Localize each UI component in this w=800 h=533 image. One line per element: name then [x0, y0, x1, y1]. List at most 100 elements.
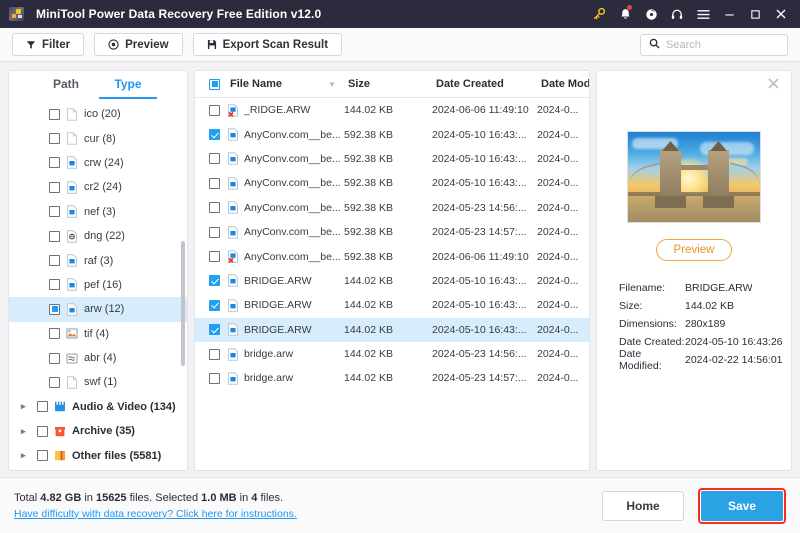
- sidebar-item-label: Audio & Video (134): [72, 400, 176, 413]
- menu-icon[interactable]: [690, 1, 716, 27]
- table-row[interactable]: AnyConv.com__be... 592.38 KB 2024-05-10 16…: [195, 122, 589, 146]
- table-row[interactable]: BRIDGE.ARW 144.02 KB 2024-05-10 16:43:... 2…: [195, 269, 589, 293]
- cell-size: 592.38 KB: [344, 152, 394, 165]
- metadata-value: 280x189: [685, 318, 726, 330]
- row-checkbox[interactable]: [209, 202, 220, 214]
- type-checkbox[interactable]: [49, 157, 60, 169]
- table-row[interactable]: AnyConv.com__be... 592.38 KB 2024-05-23 14…: [195, 220, 589, 244]
- sidebar-item-dng[interactable]: dng (22): [9, 224, 187, 248]
- tab-path[interactable]: Path: [35, 71, 97, 99]
- file-image-icon: [227, 274, 238, 288]
- type-checkbox[interactable]: [37, 450, 48, 462]
- row-checkbox[interactable]: [209, 372, 220, 384]
- file-image-icon: [66, 205, 78, 218]
- row-checkbox[interactable]: [209, 153, 220, 165]
- type-checkbox[interactable]: [49, 328, 60, 340]
- sort-descending-icon[interactable]: ▼: [328, 80, 336, 89]
- sidebar-scrollbar[interactable]: [181, 241, 185, 366]
- cell-file-name: AnyConv.com__be...: [244, 250, 341, 263]
- search-input[interactable]: [666, 38, 779, 51]
- type-checkbox[interactable]: [49, 303, 60, 315]
- close-button[interactable]: [768, 1, 794, 27]
- sidebar-item-archive[interactable]: ▸ Archive (35): [9, 419, 187, 443]
- file-blank-icon: [66, 132, 78, 145]
- table-row[interactable]: _RIDGE.ARW 144.02 KB 2024-06-06 11:49:10 20…: [195, 98, 589, 122]
- app-window: MiniTool Power Data Recovery Free Editio…: [0, 0, 800, 533]
- maximize-button[interactable]: [742, 1, 768, 27]
- sidebar-item-label: Archive (35): [72, 425, 135, 438]
- sidebar-item-audio[interactable]: ▸ Audio & Video (134): [9, 395, 187, 419]
- column-header-file-name[interactable]: File Name ▼: [230, 78, 348, 90]
- sidebar-item-swf[interactable]: swf (1): [9, 370, 187, 394]
- type-checkbox[interactable]: [49, 133, 60, 145]
- key-icon[interactable]: [586, 1, 612, 27]
- window-title: MiniTool Power Data Recovery Free Editio…: [36, 7, 322, 21]
- type-checkbox[interactable]: [49, 352, 60, 364]
- sidebar-item-nef[interactable]: nef (3): [9, 200, 187, 224]
- chevron-right-icon[interactable]: ▸: [21, 402, 31, 411]
- preview-button[interactable]: Preview: [94, 33, 183, 56]
- filter-button[interactable]: Filter: [12, 33, 85, 56]
- file-broken-icon: [227, 250, 238, 264]
- row-checkbox[interactable]: [209, 324, 220, 336]
- type-checkbox[interactable]: [49, 181, 60, 193]
- file-image-icon: [66, 181, 78, 194]
- table-row[interactable]: AnyConv.com__be... 592.38 KB 2024-06-06 11…: [195, 244, 589, 268]
- table-row[interactable]: bridge.arw 144.02 KB 2024-05-23 14:56:... 2…: [195, 342, 589, 366]
- chevron-right-icon[interactable]: ▸: [21, 451, 31, 460]
- sidebar-item-crw[interactable]: crw (24): [9, 151, 187, 175]
- sidebar-item-tif[interactable]: tif (4): [9, 322, 187, 346]
- sidebar-item-other[interactable]: ▸ Other files (5581): [9, 443, 187, 467]
- type-checkbox[interactable]: [37, 425, 48, 437]
- sidebar-item-pef[interactable]: pef (16): [9, 273, 187, 297]
- help-link[interactable]: Have difficulty with data recovery? Clic…: [14, 508, 297, 520]
- save-button[interactable]: Save: [701, 490, 783, 521]
- row-checkbox[interactable]: [209, 129, 220, 141]
- table-row[interactable]: BRIDGE.ARW 144.02 KB 2024-05-10 16:43:... 2…: [195, 317, 589, 342]
- search-box[interactable]: [640, 33, 788, 56]
- tab-type[interactable]: Type: [97, 71, 159, 99]
- sidebar-item-abr[interactable]: abr (4): [9, 346, 187, 370]
- sidebar-item-arw[interactable]: arw (12): [9, 297, 187, 322]
- cell-date-modified: 2024-0...: [537, 274, 579, 287]
- sidebar-item-ico[interactable]: ico (20): [9, 102, 187, 126]
- table-row[interactable]: BRIDGE.ARW 144.02 KB 2024-05-10 16:43:... 2…: [195, 293, 589, 317]
- column-header-date-modified[interactable]: Date Modifie: [541, 78, 589, 90]
- row-checkbox[interactable]: [209, 226, 220, 238]
- row-checkbox[interactable]: [209, 348, 220, 360]
- cell-size: 144.02 KB: [344, 323, 394, 336]
- disc-icon[interactable]: [638, 1, 664, 27]
- table-row[interactable]: bridge.arw 144.02 KB 2024-05-23 14:57:... 2…: [195, 366, 589, 390]
- home-button[interactable]: Home: [602, 490, 684, 521]
- type-checkbox[interactable]: [37, 401, 48, 413]
- column-header-date-created[interactable]: Date Created: [436, 78, 541, 90]
- preview-action-button[interactable]: Preview: [656, 239, 732, 261]
- row-checkbox[interactable]: [209, 177, 220, 189]
- bell-icon[interactable]: [612, 1, 638, 27]
- minimize-button[interactable]: [716, 1, 742, 27]
- sidebar-item-cr2[interactable]: cr2 (24): [9, 175, 187, 199]
- chevron-right-icon[interactable]: ▸: [21, 426, 31, 436]
- type-checkbox[interactable]: [49, 108, 60, 120]
- export-scan-result-button[interactable]: Export Scan Result: [192, 33, 343, 56]
- table-row[interactable]: AnyConv.com__be... 592.38 KB 2024-05-23 14…: [195, 196, 589, 220]
- close-icon[interactable]: [767, 77, 781, 91]
- table-row[interactable]: AnyConv.com__be... 592.38 KB 2024-05-10 16…: [195, 171, 589, 195]
- table-row[interactable]: AnyConv.com__be... 592.38 KB 2024-05-10 16…: [195, 147, 589, 171]
- headphones-icon[interactable]: [664, 1, 690, 27]
- notification-badge: [627, 5, 632, 10]
- type-checkbox[interactable]: [49, 279, 60, 291]
- type-checkbox[interactable]: [49, 230, 60, 242]
- type-checkbox[interactable]: [49, 255, 60, 267]
- cell-file-name: AnyConv.com__be...: [244, 152, 341, 165]
- column-header-size[interactable]: Size: [348, 78, 436, 90]
- sidebar-item-raf[interactable]: raf (3): [9, 248, 187, 272]
- type-checkbox[interactable]: [49, 206, 60, 218]
- row-checkbox[interactable]: [209, 299, 220, 311]
- row-checkbox[interactable]: [209, 251, 220, 263]
- row-checkbox[interactable]: [209, 275, 220, 287]
- sidebar-item-cur[interactable]: cur (8): [9, 126, 187, 150]
- type-checkbox[interactable]: [49, 376, 60, 388]
- select-all-checkbox[interactable]: [209, 78, 220, 90]
- row-checkbox[interactable]: [209, 104, 220, 116]
